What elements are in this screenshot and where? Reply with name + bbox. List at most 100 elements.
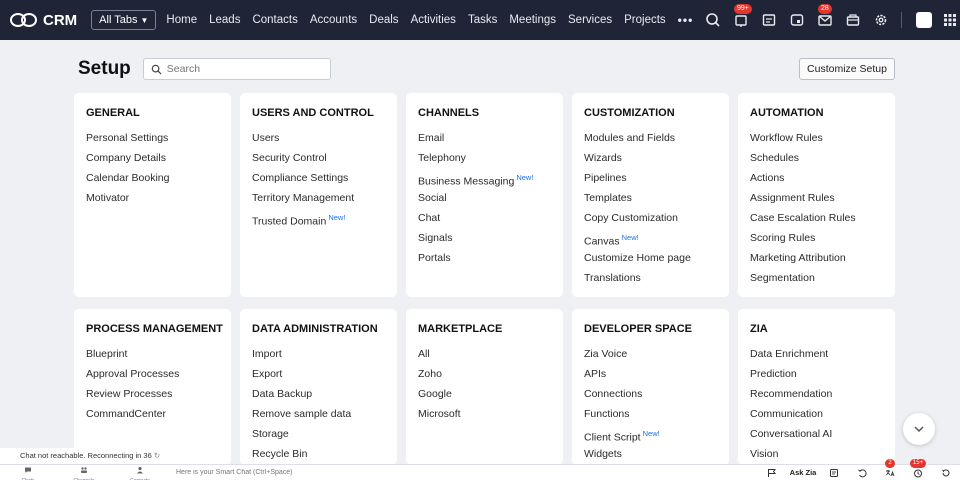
smart-chat-input[interactable] [170,465,730,480]
setup-link-label: Zoho [418,368,442,380]
setup-link-client-script[interactable]: Client Script New! [584,424,717,444]
setup-link-customize-home-page[interactable]: Customize Home page [584,248,717,268]
tab-tasks[interactable]: Tasks [468,14,497,26]
ask-zia-button[interactable]: Ask Zia [786,468,820,477]
setup-link-portals[interactable]: Portals [418,248,551,268]
search-input[interactable] [166,63,317,75]
undo-icon[interactable] [848,468,876,478]
setup-link-prediction[interactable]: Prediction [750,364,883,384]
more-tabs-button[interactable]: ••• [678,13,694,27]
setup-link-actions[interactable]: Actions [750,168,883,188]
setup-link-apis[interactable]: APIs [584,364,717,384]
setup-link-commandcenter[interactable]: CommandCenter [86,404,219,424]
setup-link-pipelines[interactable]: Pipelines [584,168,717,188]
history-icon[interactable] [932,468,960,478]
flag-icon[interactable] [758,468,786,478]
tab-deals[interactable]: Deals [369,14,398,26]
setup-link-widgets[interactable]: Widgets [584,444,717,464]
setup-link-security-control[interactable]: Security Control [252,148,385,168]
setup-link-review-processes[interactable]: Review Processes [86,384,219,404]
tab-services[interactable]: Services [568,14,612,26]
tab-home[interactable]: Home [166,14,197,26]
setup-link-export[interactable]: Export [252,364,385,384]
setup-link-trusted-domain[interactable]: Trusted Domain New! [252,208,385,228]
setup-link-segmentation[interactable]: Segmentation [750,268,883,288]
setup-link-communication[interactable]: Communication [750,404,883,424]
tab-accounts[interactable]: Accounts [310,14,357,26]
gear-icon[interactable] [871,10,891,30]
setup-link-motivator[interactable]: Motivator [86,188,219,208]
setup-link-remove-sample-data[interactable]: Remove sample data [252,404,385,424]
setup-link-blueprint[interactable]: Blueprint [86,344,219,364]
setup-link-data-enrichment[interactable]: Data Enrichment [750,344,883,364]
tab-leads[interactable]: Leads [209,14,240,26]
setup-link-signals[interactable]: Signals [418,228,551,248]
setup-link-business-messaging[interactable]: Business Messaging New! [418,168,551,188]
tab-projects[interactable]: Projects [624,14,666,26]
mail-icon[interactable]: 28 [815,4,835,30]
setup-link-recycle-bin[interactable]: Recycle Bin [252,444,385,464]
setup-link-compliance-settings[interactable]: Compliance Settings [252,168,385,188]
setup-link-email[interactable]: Email [418,128,551,148]
setup-link-canvas[interactable]: Canvas New! [584,228,717,248]
setup-link-import[interactable]: Import [252,344,385,364]
setup-link-copy-customization[interactable]: Copy Customization [584,208,717,228]
setup-link-microsoft[interactable]: Microsoft [418,404,551,424]
tab-meetings[interactable]: Meetings [509,14,556,26]
translate-icon[interactable]: 2 [876,458,904,478]
tab-contacts[interactable]: Contacts [252,14,297,26]
setup-link-google[interactable]: Google [418,384,551,404]
chats-icon [24,461,32,479]
apps-grid-icon[interactable] [940,10,960,30]
setup-link-chat[interactable]: Chat [418,208,551,228]
setup-link-conversational-ai[interactable]: Conversational AI [750,424,883,444]
setup-link-modules-and-fields[interactable]: Modules and Fields [584,128,717,148]
setup-link-assignment-rules[interactable]: Assignment Rules [750,188,883,208]
setup-link-users[interactable]: Users [252,128,385,148]
reconnect-icon[interactable]: ↻ [154,451,160,460]
setup-link-personal-settings[interactable]: Personal Settings [86,128,219,148]
setup-search[interactable] [142,58,331,80]
tasks-icon[interactable] [787,10,807,30]
bottom-item-channels[interactable]: Channels [56,461,112,480]
setup-link-functions[interactable]: Functions [584,404,717,424]
all-tabs-dropdown[interactable]: All Tabs ▼ [91,10,157,30]
setup-link-approval-processes[interactable]: Approval Processes [86,364,219,384]
crm-logo[interactable]: CRM [10,12,77,29]
setup-link-telephony[interactable]: Telephony [418,148,551,168]
setup-link-all[interactable]: All [418,344,551,364]
alarm-clock-icon[interactable]: 15+ [904,458,932,478]
customize-setup-button[interactable]: Customize Setup [799,58,895,80]
bottom-item-chats[interactable]: Chats [0,461,56,480]
setup-link-zia-voice[interactable]: Zia Voice [584,344,717,364]
setup-link-data-backup[interactable]: Data Backup [252,384,385,404]
marketplace-icon[interactable] [843,10,863,30]
setup-link-wizards[interactable]: Wizards [584,148,717,168]
setup-link-social[interactable]: Social [418,188,551,208]
tab-activities[interactable]: Activities [411,14,456,26]
setup-link-recommendation[interactable]: Recommendation [750,384,883,404]
bottom-item-contacts[interactable]: Contacts [112,461,168,480]
setup-link-calendar-booking[interactable]: Calendar Booking [86,168,219,188]
setup-link-workflow-rules[interactable]: Workflow Rules [750,128,883,148]
setup-link-templates[interactable]: Templates [584,188,717,208]
crm-logo-text: CRM [43,11,78,29]
calendar-icon[interactable] [759,10,779,30]
notifications-icon[interactable]: 99+ [731,4,752,30]
setup-link-marketing-attribution[interactable]: Marketing Attribution [750,248,883,268]
notes-icon[interactable] [820,468,848,478]
setup-link-territory-management[interactable]: Territory Management [252,188,385,208]
search-icon[interactable] [703,10,723,30]
setup-link-scoring-rules[interactable]: Scoring Rules [750,228,883,248]
setup-link-case-escalation-rules[interactable]: Case Escalation Rules [750,208,883,228]
setup-link-company-details[interactable]: Company Details [86,148,219,168]
setup-link-storage[interactable]: Storage [252,424,385,444]
setup-link-label: Import [252,348,282,360]
setup-link-schedules[interactable]: Schedules [750,148,883,168]
setup-link-translations[interactable]: Translations [584,268,717,288]
setup-link-vision[interactable]: Vision [750,444,883,464]
setup-link-zoho[interactable]: Zoho [418,364,551,384]
avatar[interactable] [916,12,932,28]
scroll-down-button[interactable] [903,413,935,445]
setup-link-connections[interactable]: Connections [584,384,717,404]
